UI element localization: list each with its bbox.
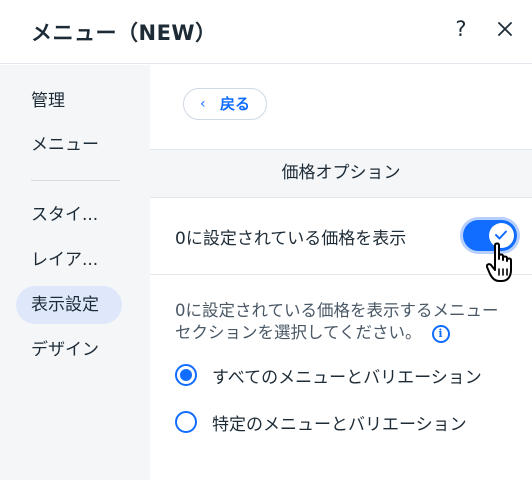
back-button[interactable]: ‹ 戻る bbox=[183, 88, 267, 120]
hand-pointer-icon bbox=[486, 242, 512, 282]
show-zero-price-row: 0に設定されている価格を表示 bbox=[150, 198, 532, 282]
description-line-1: 0に設定されている価格を表示するメニュー bbox=[175, 301, 499, 320]
sidebar: 管理 メニュー スタイ... レイア... 表示設定 デザイン bbox=[0, 65, 150, 480]
chevron-left-icon: ‹ bbox=[200, 96, 206, 112]
help-button[interactable]: ? bbox=[451, 17, 471, 41]
radio-group-description: 0に設定されている価格を表示するメニュー セクションを選択してください。 i bbox=[175, 300, 532, 344]
panel-title: メニュー（NEW） bbox=[31, 21, 217, 45]
radio-option-specific-menus[interactable]: 特定のメニューとバリエーション bbox=[175, 410, 525, 436]
back-button-label: 戻る bbox=[220, 95, 251, 113]
checkmark-icon bbox=[495, 230, 507, 240]
description-line-2-text: セクションを選択してください。 bbox=[175, 323, 422, 342]
info-icon[interactable]: i bbox=[431, 325, 450, 343]
sidebar-item-design[interactable]: デザイン bbox=[16, 331, 138, 369]
radio-button-all-menus[interactable] bbox=[175, 364, 197, 386]
sidebar-item-display-settings[interactable]: 表示設定 bbox=[16, 286, 122, 324]
sidebar-item-layout[interactable]: レイア... bbox=[16, 241, 138, 279]
sidebar-item-manage[interactable]: 管理 bbox=[16, 82, 138, 120]
close-icon[interactable] bbox=[494, 18, 516, 40]
show-zero-price-label: 0に設定されている価格を表示 bbox=[175, 229, 407, 249]
section-title: 価格オプション bbox=[150, 149, 532, 198]
sidebar-item-menu[interactable]: メニュー bbox=[16, 126, 138, 164]
radio-button-specific-menus[interactable] bbox=[175, 411, 197, 433]
sidebar-item-style[interactable]: スタイ... bbox=[16, 196, 138, 234]
main-panel: ‹ 戻る 価格オプション 0に設定されている価格を表示 0に設定されている価格を… bbox=[150, 65, 532, 480]
sidebar-divider bbox=[31, 180, 120, 181]
radio-label-all-menus: すべてのメニューとバリエーション bbox=[212, 368, 482, 388]
panel-header: メニュー（NEW） ? bbox=[0, 0, 532, 64]
description-line-2: セクションを選択してください。 i bbox=[175, 322, 532, 344]
radio-option-all-menus[interactable]: すべてのメニューとバリエーション bbox=[175, 363, 525, 389]
radio-label-specific-menus: 特定のメニューとバリエーション bbox=[212, 415, 467, 435]
